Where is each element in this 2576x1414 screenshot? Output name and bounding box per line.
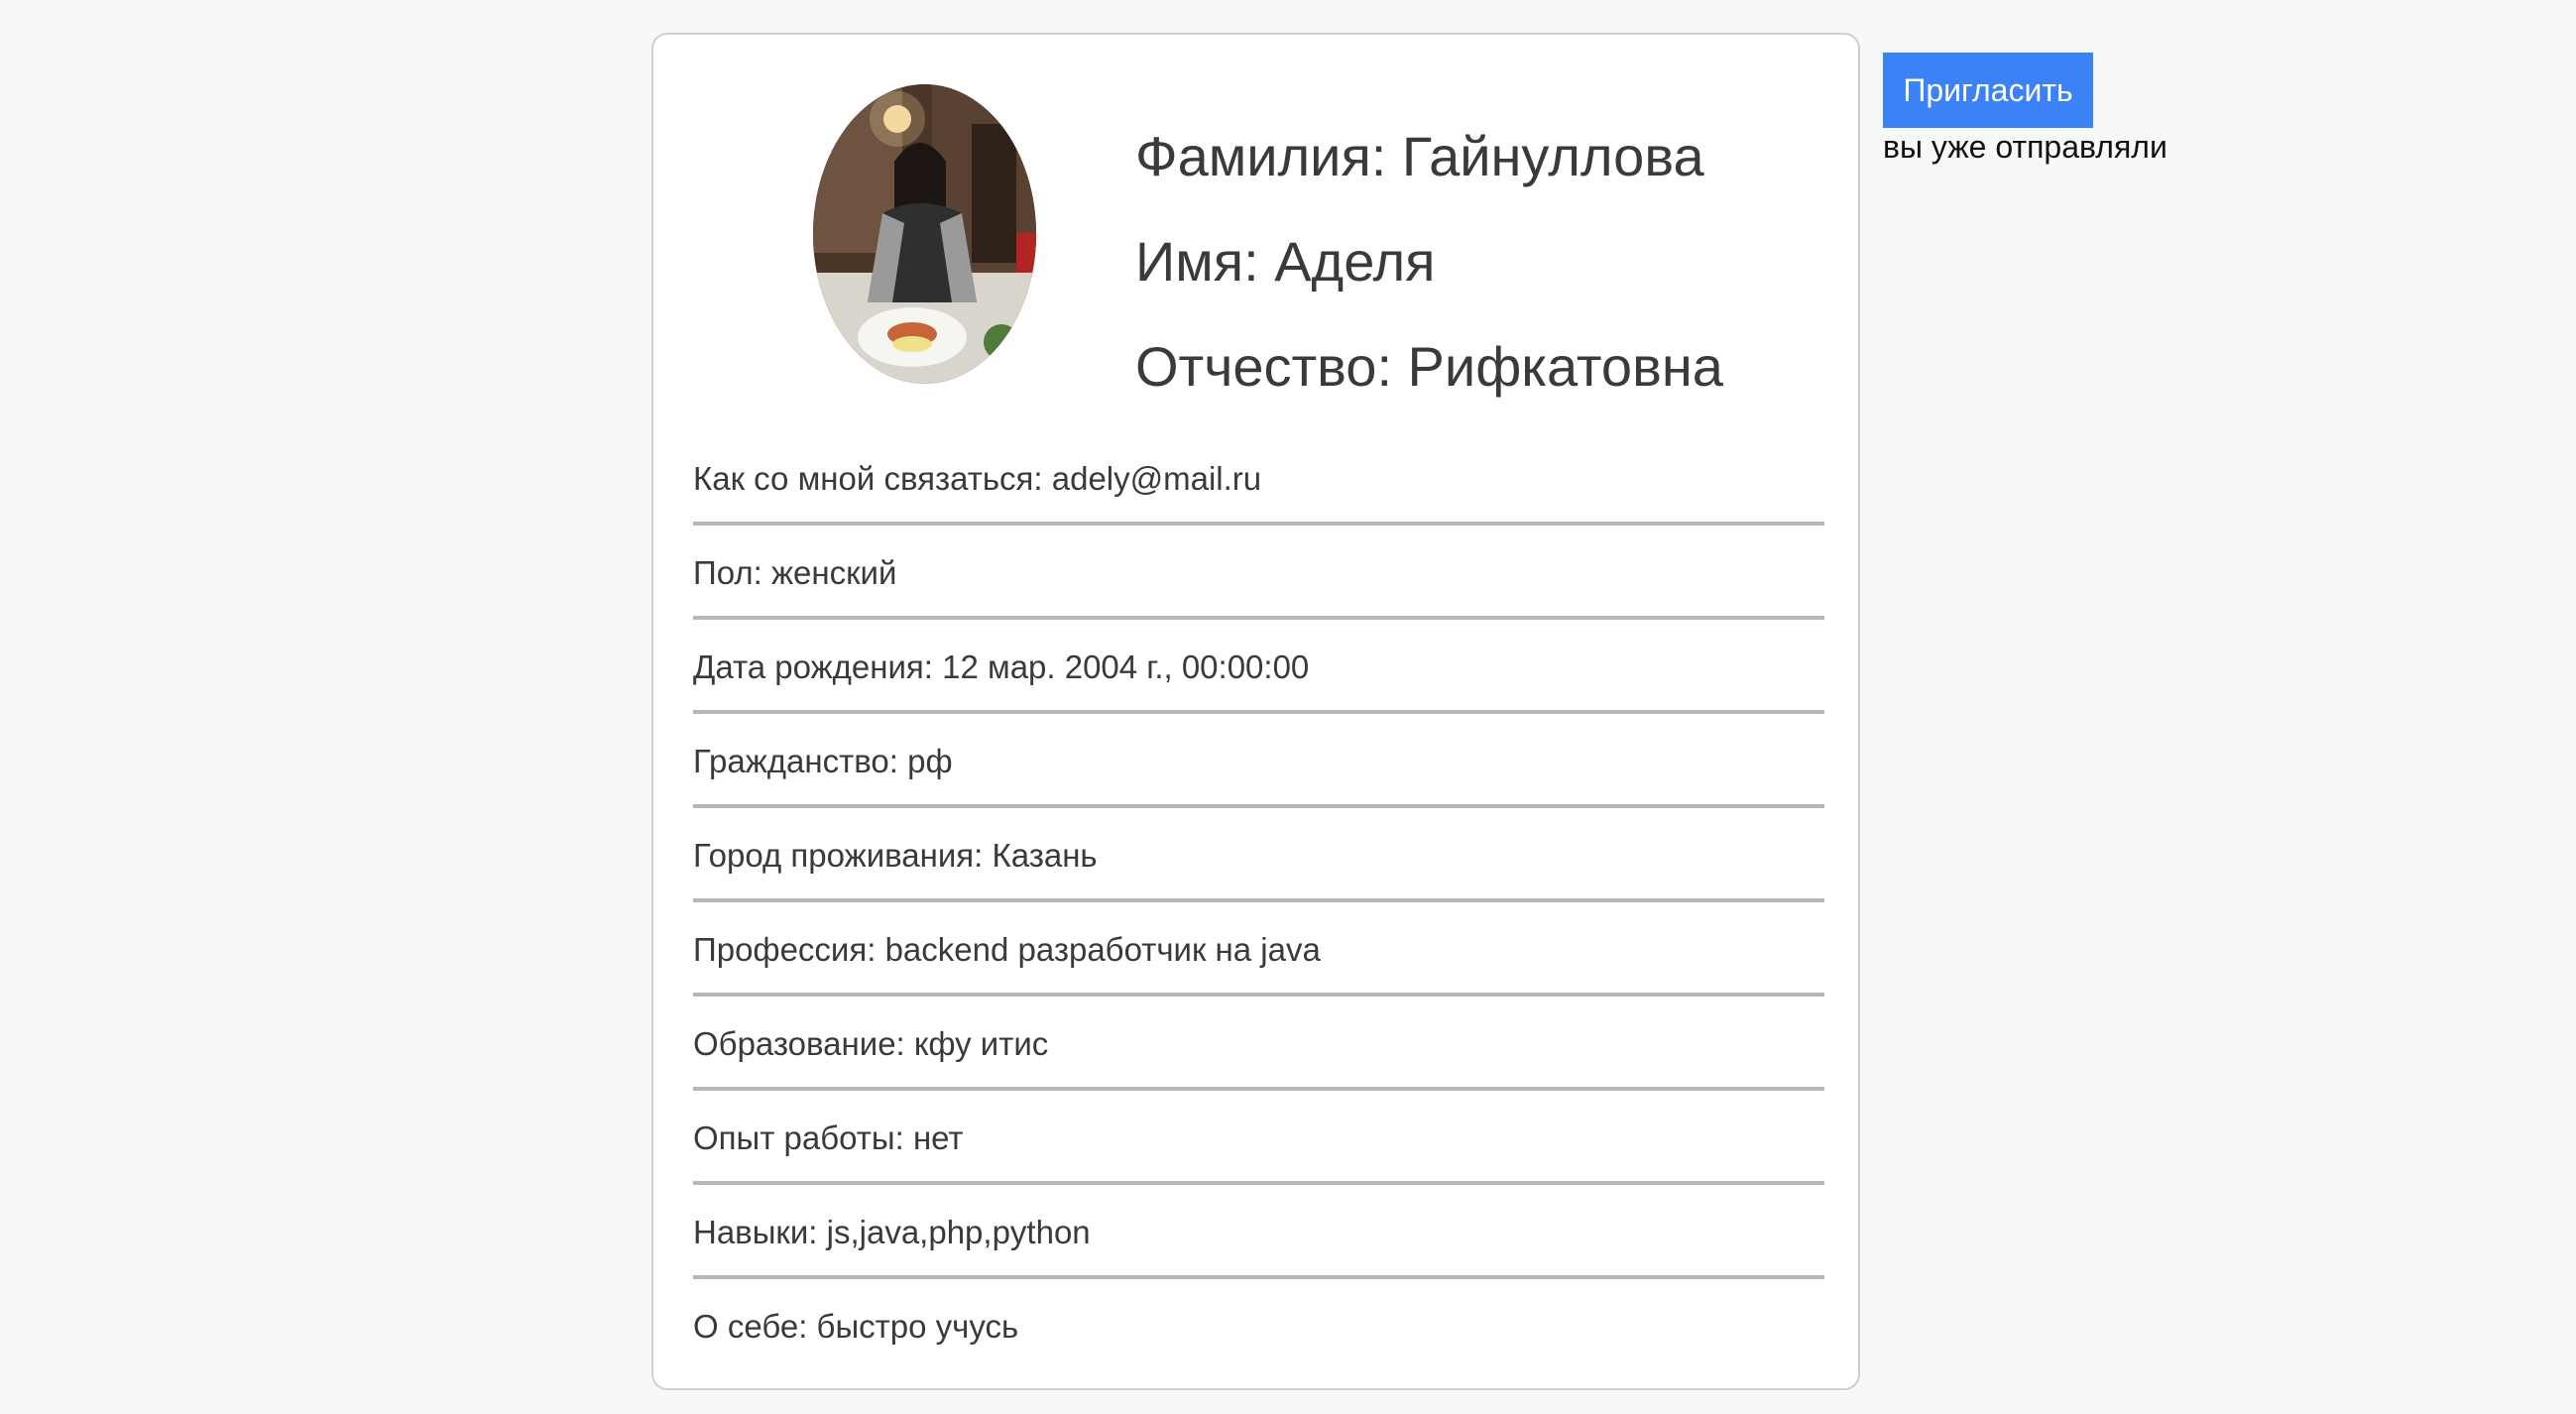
birth-date-field: Дата рождения: 12 мар. 2004 г., 00:00:00 — [693, 620, 1824, 714]
citizenship-field: Гражданство: рф — [693, 714, 1824, 808]
last-name: Фамилия: Гайнуллова — [1135, 125, 1704, 187]
profession-field: Профессия: backend разработчик на java — [693, 902, 1824, 997]
patronymic: Отчество: Рифкатовна — [1135, 335, 1723, 398]
profile-photo — [813, 84, 1036, 384]
invite-button[interactable]: Пригласить — [1883, 53, 2093, 128]
invite-status-note: вы уже отправляли — [1883, 129, 2167, 165]
about-field: О себе: быстро учусь — [693, 1308, 1019, 1345]
gender-field: Пол: женский — [693, 526, 1824, 620]
profile-info-list: Как со мной связаться: adely@mail.ru Пол… — [693, 431, 1824, 1373]
education-field: Образование: кфу итис — [693, 997, 1824, 1091]
name-block: Фамилия: Гайнуллова Имя: Аделя Отчество:… — [1135, 104, 1723, 419]
skills-field: Навыки: js,java,php,python — [693, 1185, 1824, 1279]
profile-card: Фамилия: Гайнуллова Имя: Аделя Отчество:… — [651, 33, 1860, 1390]
first-name: Имя: Аделя — [1135, 230, 1436, 293]
experience-field: Опыт работы: нет — [693, 1091, 1824, 1185]
contact-field: Как со мной связаться: adely@mail.ru — [693, 431, 1824, 526]
city-field: Город проживания: Казань — [693, 808, 1824, 902]
